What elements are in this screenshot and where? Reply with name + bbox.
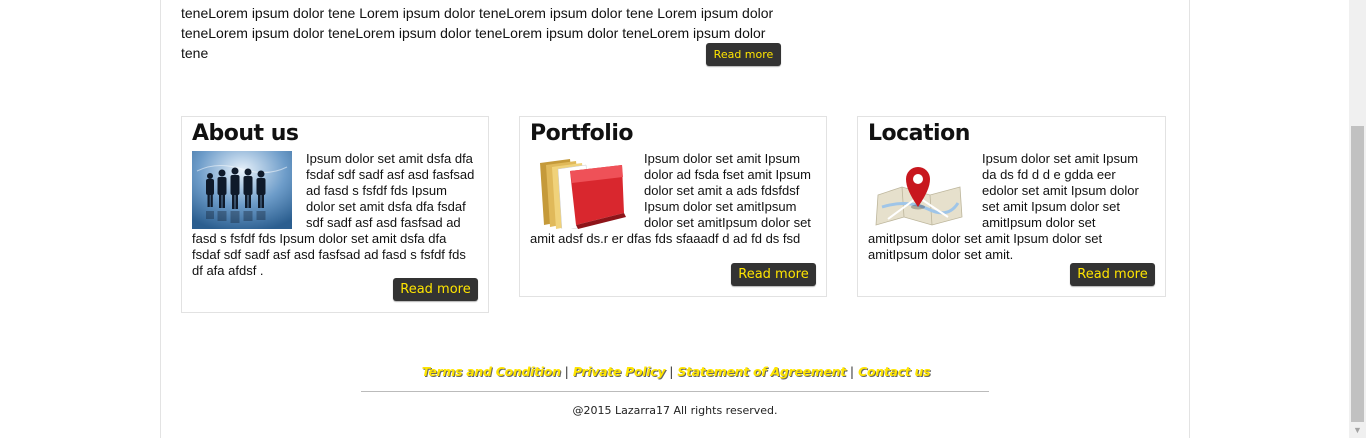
- footer-separator: |: [849, 364, 855, 379]
- page-container: teneLorem ipsum dolor tene Lorem ipsum d…: [160, 0, 1190, 438]
- location-card: Location Ipsum dolor set amit Ipsum da d…: [857, 116, 1166, 297]
- footer-separator: |: [669, 364, 674, 379]
- intro-read-more-button[interactable]: Read more: [706, 43, 781, 66]
- copyright-text: @2015 Lazarra17 All rights reserved.: [572, 404, 778, 417]
- intro-text: teneLorem ipsum dolor tene Lorem ipsum d…: [181, 5, 774, 61]
- about-us-card: About us Ipsum dolor set amit dsfa dfa f…: [181, 116, 489, 313]
- scroll-down-arrow-icon[interactable]: ▼: [1349, 422, 1366, 438]
- terms-link[interactable]: Terms and Condition: [422, 364, 561, 379]
- footer-divider: [361, 391, 989, 392]
- scrollbar-thumb[interactable]: [1351, 126, 1364, 422]
- footer-separator: |: [564, 364, 569, 379]
- card-title: About us: [192, 121, 299, 146]
- about-us-read-more-button[interactable]: Read more: [393, 278, 478, 301]
- contact-link[interactable]: Contact us: [858, 364, 930, 379]
- agreement-link[interactable]: Statement of Agreement: [677, 364, 846, 379]
- location-read-more-button[interactable]: Read more: [1070, 263, 1155, 286]
- card-text-wrap: Ipsum dolor set amit dsfa dfa fsdaf sdf …: [192, 151, 478, 279]
- footer-links: Terms and Condition | Private Policy | State…: [361, 364, 991, 379]
- privacy-link[interactable]: Private Policy: [573, 364, 666, 379]
- portfolio-card: Portfolio Ipsum dolor set amit Ipsum dol…: [519, 116, 827, 297]
- card-title: Location: [868, 121, 970, 146]
- portfolio-read-more-button[interactable]: Read more: [731, 263, 816, 286]
- card-text-wrap: Ipsum dolor set amit Ipsum dolor ad fsda…: [530, 151, 816, 247]
- card-text-wrap: Ipsum dolor set amit Ipsum da ds fd d d …: [868, 151, 1155, 263]
- card-title: Portfolio: [530, 121, 634, 146]
